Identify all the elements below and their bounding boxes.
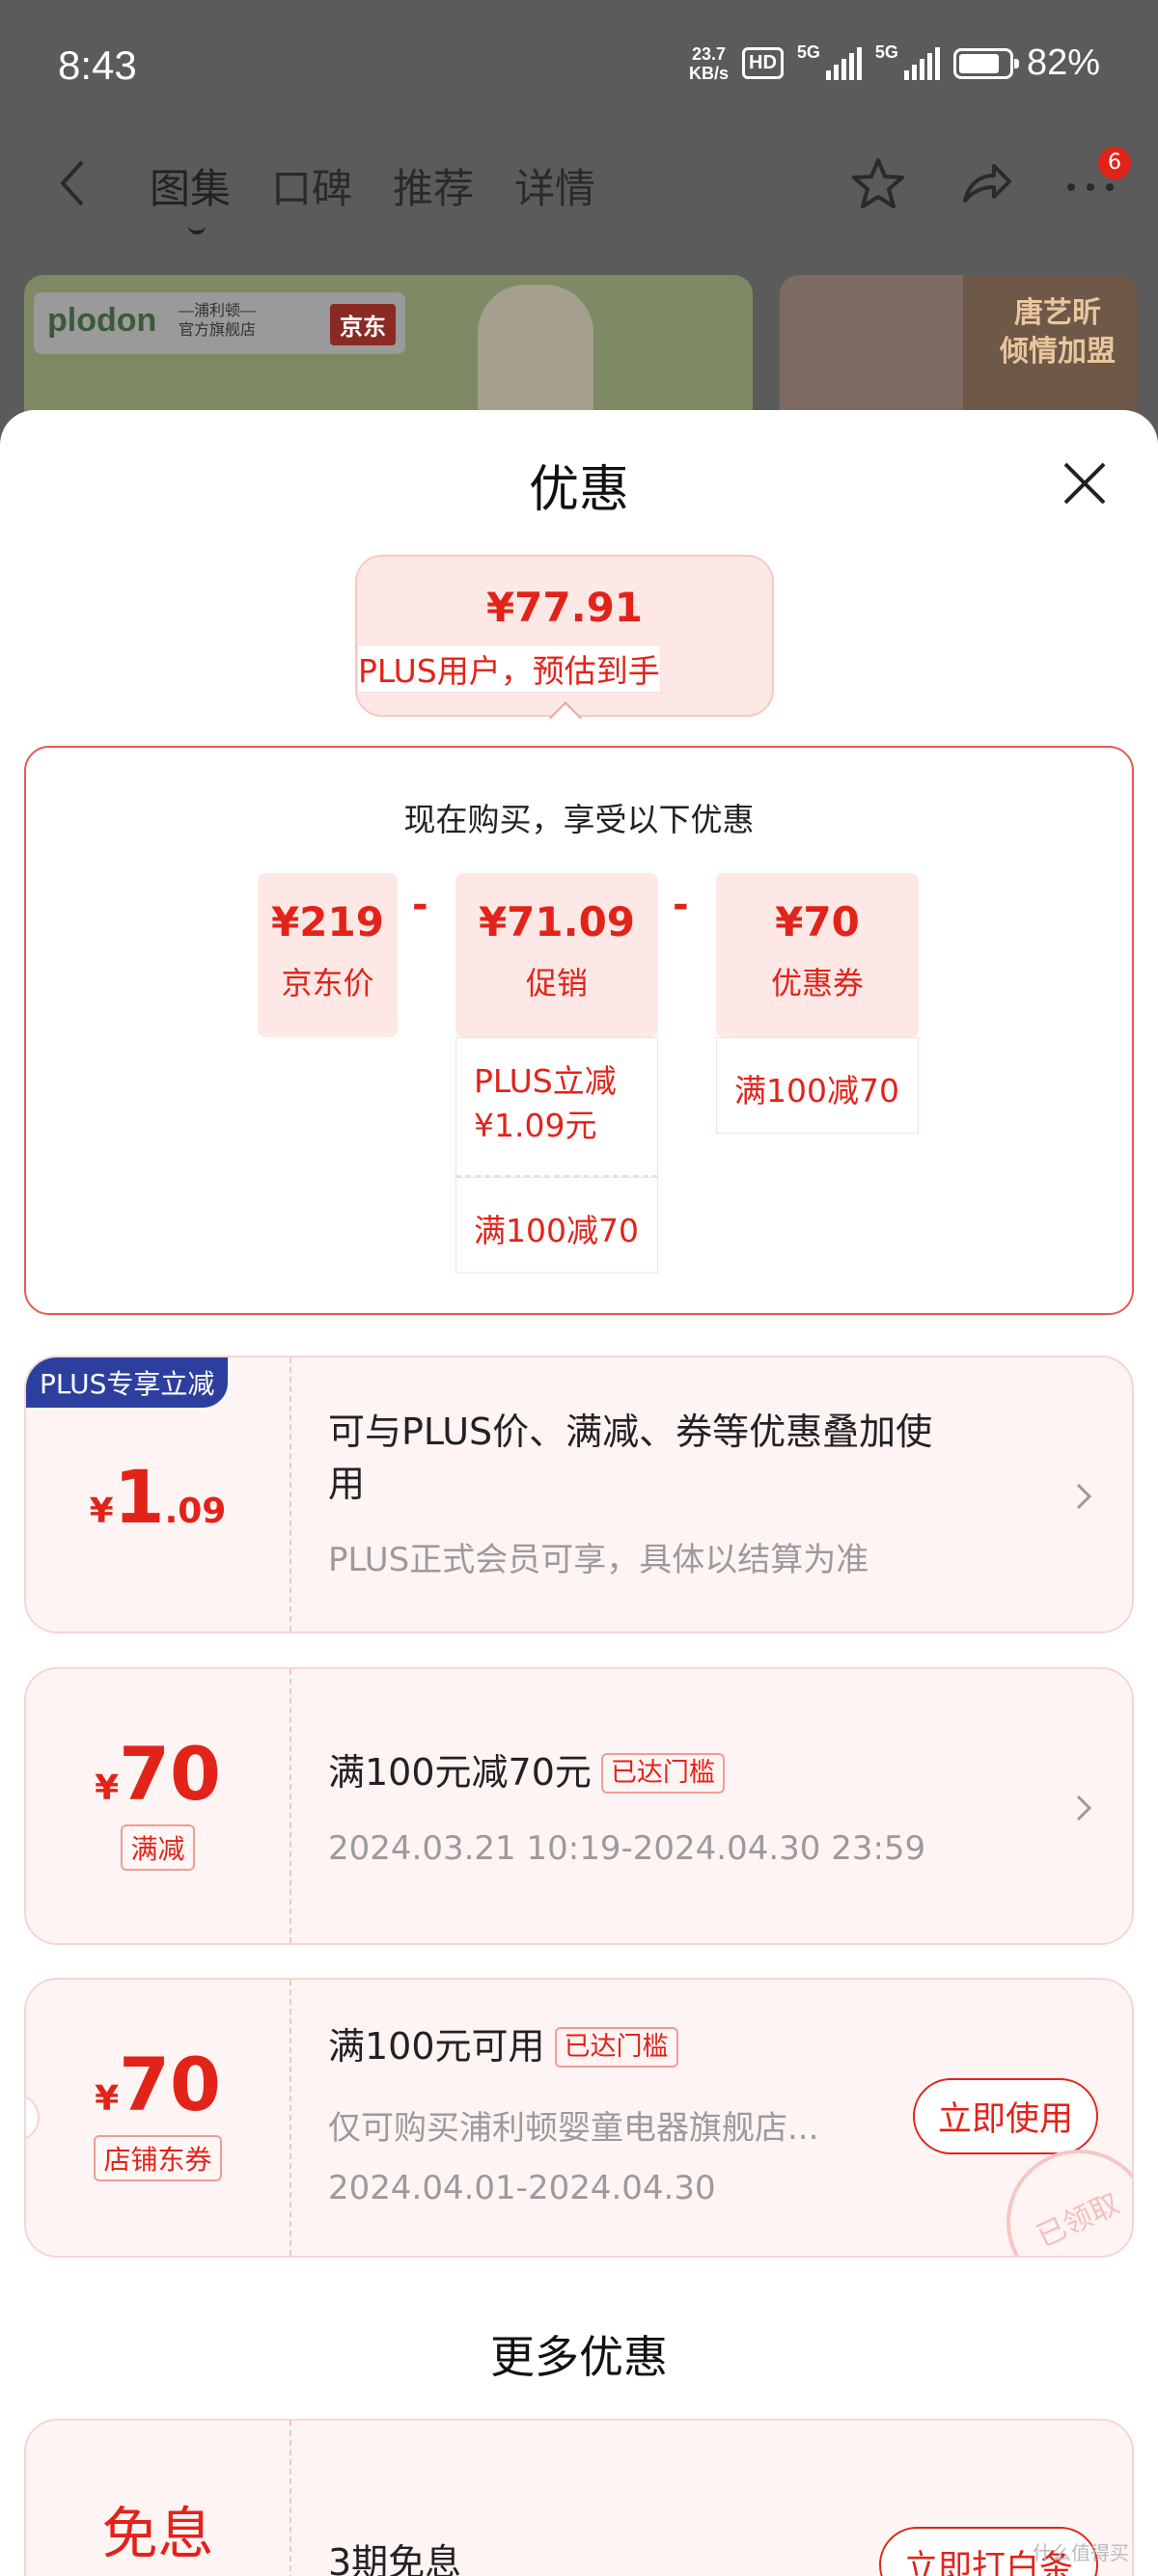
coupon-type-tag: 店铺东券 (94, 2135, 222, 2181)
breakdown-promo: ¥71.09 促销 (455, 873, 658, 1037)
store-coupon-card[interactable]: ¥70 店铺东券 满100元可用 已达门槛 仅可购买浦利顿婴童电器旗舰店... 2… (24, 1978, 1134, 2258)
net-speed: 23.7 KB/s (689, 43, 730, 83)
message-badge: 6 (1098, 147, 1131, 179)
interest-free-card[interactable]: 免息 3期免息 立即打白条 (24, 2419, 1134, 2576)
battery-icon (952, 47, 1019, 79)
coupon-scope: 仅可购买浦利顿婴童电器旗舰店... (328, 2109, 819, 2148)
threshold-met-tag: 已达门槛 (600, 1753, 725, 1794)
tab-gallery[interactable]: 图集 (150, 156, 231, 234)
full-reduction-card[interactable]: ¥70 满减 满100元减70元 已达门槛 2024.03.21 10:19-20… (24, 1667, 1134, 1945)
favorite-star-icon[interactable] (849, 154, 907, 212)
coupon-title: 满100元可用 已达门槛 (328, 2020, 678, 2072)
coupon-amount: ¥1.09 (89, 1454, 227, 1540)
coupon-amount: ¥70 (95, 1731, 221, 1817)
coupon-validity: 2024.03.21 10:19-2024.04.30 23:59 (328, 1829, 926, 1868)
coupon-title: 满100元减70元 已达门槛 (328, 1746, 725, 1798)
status-icons: 23.7 KB/s HD 5G 5G 82% (689, 42, 1100, 84)
sim2-label: 5G (874, 42, 898, 62)
breakdown-heading: 现在购买，享受以下优惠 (403, 801, 755, 838)
more-offers-title: 更多优惠 (490, 2331, 668, 2383)
plus-exclusive-tag: PLUS专享立减 (26, 1357, 229, 1408)
discount-sheet: 优惠 ¥77.91 PLUS用户，预估到手 现在购买，享受以下优惠 ¥219 京… (0, 410, 1158, 2576)
sheet-title: 优惠 (528, 461, 629, 519)
estimated-price: ¥77.91 (485, 584, 644, 631)
coupon-desc: PLUS正式会员可享，具体以结算为准 (328, 1541, 869, 1579)
minus-sign: - (412, 883, 428, 927)
plus-discount-card[interactable]: ¥1.09 PLUS专享立减 可与PLUS价、满减、券等优惠叠加使用 PLUS正… (24, 1356, 1134, 1633)
background-app: 8:43 23.7 KB/s HD 5G 5G 82% 图集 口碑 推荐 详情 (0, 0, 1158, 449)
use-now-button[interactable]: 立即使用 (912, 2078, 1098, 2154)
coupon-type-tag: 满减 (121, 1824, 195, 1871)
jd-logo: 京东 (330, 304, 396, 345)
price-breakdown: 现在购买，享受以下优惠 ¥219 京东价 - ¥71.09 促销 - ¥70 优… (24, 746, 1134, 1315)
product-tabs: 图集 口碑 推荐 详情 (150, 156, 595, 234)
brand-logo: plodon —浦利顿— 官方旗舰店 京东 (34, 292, 405, 354)
estimated-label: PLUS用户，预估到手 (357, 644, 661, 693)
breakdown-coupon: ¥70 优惠券 (716, 873, 919, 1037)
coupon-validity: 2024.04.01-2024.04.30 (328, 2169, 716, 2207)
chevron-right-icon[interactable] (1072, 1789, 1095, 1827)
chevron-right-icon[interactable] (1072, 1477, 1095, 1516)
coupon-title: 3期免息 (328, 2541, 462, 2576)
sim1-label: 5G (796, 42, 820, 62)
signal-icon (825, 46, 862, 80)
status-time: 8:43 (58, 42, 137, 88)
watermark: 什么值得买 (1033, 2541, 1129, 2564)
signal-icon (903, 46, 940, 80)
minus-sign: - (673, 883, 689, 927)
product-nav: 图集 口碑 推荐 详情 6 (0, 135, 1158, 241)
celebrity-text: 唐艺昕 倾情加盟 (1000, 296, 1116, 369)
tab-reviews[interactable]: 口碑 (271, 156, 352, 215)
tab-details[interactable]: 详情 (514, 156, 595, 215)
hd-icon: HD (742, 47, 784, 79)
coupon-amount-area: 免息 (26, 2421, 291, 2576)
promo-sub-discount: 满100减70 (455, 1177, 658, 1274)
back-arrow-icon[interactable] (53, 154, 92, 212)
tab-recommend[interactable]: 推荐 (393, 156, 474, 215)
nav-icons (849, 154, 1119, 212)
coupon-sub-discount: 满100减70 (716, 1037, 919, 1134)
estimated-price-box: ¥77.91 PLUS用户，预估到手 (355, 555, 774, 717)
share-icon[interactable] (955, 154, 1013, 212)
promo-sub-plus: PLUS立减 ¥1.09元 (455, 1037, 658, 1177)
breakdown-jd-price: ¥219 京东价 (258, 873, 398, 1037)
interest-free-label: 免息 (101, 2501, 214, 2566)
battery-percent: 82% (1026, 42, 1100, 83)
coupon-amount-area: ¥70 满减 (26, 1669, 291, 1943)
threshold-met-tag: 已达门槛 (554, 2027, 678, 2068)
coupon-amount: ¥70 (95, 2042, 221, 2127)
coupon-title: 可与PLUS价、满减、券等优惠叠加使用 (328, 1411, 933, 1505)
status-bar: 8:43 23.7 KB/s HD 5G 5G 82% (0, 0, 1158, 135)
close-icon[interactable] (1060, 458, 1110, 508)
coupon-amount-area: ¥70 店铺东券 (26, 1980, 291, 2256)
